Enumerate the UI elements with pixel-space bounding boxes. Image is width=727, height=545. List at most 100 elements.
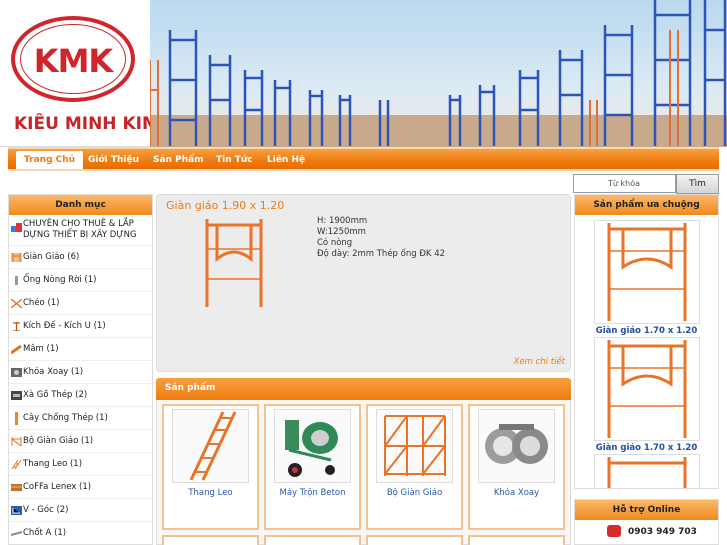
site-header: KMK KIÊU MINH KIM [0,0,727,147]
sidebar-item-clamp[interactable]: Khóa Xoay (1) [9,361,152,384]
product-card[interactable] [366,535,463,545]
favorite-name[interactable]: Giàn giáo 1.70 x 1.20 [575,443,718,453]
phone-number[interactable]: 0903 949 703 [628,527,697,537]
sidebar-item-angle[interactable]: V - Góc (2) [9,499,152,522]
product-image[interactable] [376,409,453,483]
product-card[interactable]: Bộ Giàn Giáo [366,404,463,530]
scaffold-set-icon [11,437,22,446]
product-name[interactable]: Khóa Xoay [470,488,563,498]
search-input[interactable]: Từ khóa [573,174,676,193]
featured-scaffold-image[interactable] [201,219,267,307]
products-title: Sản phẩm [156,378,571,400]
product-name[interactable]: Bộ Giàn Giáo [368,488,461,498]
sidebar-item-label: Chốt A (1) [23,528,67,538]
category-sidebar: Danh mục CHUYÊN CHO THUÊ & LẮP DỰNG THIẾ… [8,194,153,545]
nav-item-about[interactable]: Giới Thiệu [88,152,139,168]
main-nav: Trang Chủ Giới Thiệu Sản Phẩm Tin Tức Li… [8,147,719,169]
pipe-icon [15,276,18,285]
sidebar-item-formwork[interactable]: CoFFa Lenex (1) [9,476,152,499]
kmk-logo[interactable]: KMK [11,16,135,102]
nav-item-products[interactable]: Sản Phẩm [153,152,204,168]
product-card[interactable]: Máy Trộn Beton [264,404,361,530]
sidebar-item-label: Xà Gồ Thép (2) [23,390,88,400]
product-card[interactable] [162,535,259,545]
scaffold-frame-image [607,340,686,438]
sidebar-item-ladder[interactable]: Thang Leo (1) [9,453,152,476]
favorites-box: Sản phẩm ưa chuộng Giàn giáo 1.70 x 1.20 [574,194,719,489]
spec-width: W:1250mm [317,227,366,237]
product-image[interactable] [172,409,249,483]
prop-icon [15,412,18,425]
clamp-icon [11,368,22,377]
sidebar-item-label: Bộ Giàn Giáo (1) [23,436,94,446]
sidebar-item-jack[interactable]: Kích Đế - Kích U (1) [9,315,152,338]
scaffolding-photo [150,0,727,147]
phone-icon [607,525,621,537]
product-name[interactable]: Thang Leo [164,488,257,498]
product-name[interactable]: Máy Trộn Beton [266,488,359,498]
cross-brace-icon [11,299,22,308]
sidebar-item-scaffold-set[interactable]: Bộ Giàn Giáo (1) [9,430,152,453]
favorites-title: Sản phẩm ưa chuộng [575,195,718,215]
favorite-item[interactable]: Giàn giáo 1.70 x 1.20 [575,220,718,336]
sidebar-item-scaffold[interactable]: Giàn Giáo (6) [9,246,152,269]
logo-text: KMK [33,42,113,80]
header-banner-image [150,0,727,147]
sidebar-item-label: Chéo (1) [23,298,60,308]
spec-pin: Có nòng [317,238,353,248]
favorite-image[interactable] [593,220,700,324]
featured-title[interactable]: Giàn giáo 1.90 x 1.20 [166,199,284,212]
sidebar-item-beam[interactable]: Xà Gồ Thép (2) [9,384,152,407]
sidebar-item-pipe[interactable]: Ống Nòng Rời (1) [9,269,152,292]
sidebar-item-label: Cây Chống Thép (1) [23,413,108,423]
favorite-name[interactable]: Giàn giáo 1.70 x 1.20 [575,326,718,336]
sidebar-item-prop[interactable]: Cây Chống Thép (1) [9,407,152,430]
sidebar-item-rental[interactable]: CHUYÊN CHO THUÊ & LẮP DỰNG THIẾT BỊ XÂY … [9,215,152,246]
swivel-clamp-image [485,424,548,464]
support-title: Hỗ trợ Online [575,500,718,520]
sidebar-item-label: CoFFa Lenex (1) [23,482,92,492]
featured-specs: H: 1900mm W:1250mm Có nòng Độ dày: 2mm T… [317,216,445,260]
ladder-icon [11,460,22,469]
product-image[interactable] [274,409,351,483]
product-card[interactable]: Khóa Xoay [468,404,565,530]
scaffold-icon [11,253,22,262]
favorite-image[interactable] [593,337,700,441]
product-image[interactable] [478,409,555,483]
sidebar-item-label: Giàn Giáo (6) [23,252,80,262]
nav-item-contact[interactable]: Liên Hệ [267,152,305,168]
search-button[interactable]: Tìm [676,174,719,194]
product-card[interactable] [468,535,565,545]
products-grid: Thang Leo Máy Trộn Beton Bộ Giàn Giáo Kh… [156,400,571,545]
sidebar-item-label: CHUYÊN CHO THUÊ & LẮP DỰNG THIẾT BỊ XÂY … [23,219,137,240]
concrete-mixer-image [285,420,338,477]
product-card[interactable] [264,535,361,545]
spec-thickness: Độ dày: 2mm Thép ống ĐK 42 [317,249,446,259]
sidebar-item-pin[interactable]: Chốt A (1) [9,522,152,545]
nav-item-news[interactable]: Tin Tức [216,152,253,168]
sidebar-item-plank[interactable]: Mâm (1) [9,338,152,361]
nav-divider [8,169,719,171]
favorite-item[interactable] [575,454,718,488]
scaffold-frame-image [607,457,686,488]
featured-product: Giàn giáo 1.90 x 1.20 H: 1900mm W:1250mm… [156,194,571,372]
favorite-image[interactable] [593,454,700,488]
view-details-link[interactable]: Xem chi tiết [514,357,565,367]
sidebar-item-label: Thang Leo (1) [23,459,83,469]
favorite-item[interactable]: Giàn giáo 1.70 x 1.20 [575,337,718,453]
product-card[interactable]: Thang Leo [162,404,259,530]
spec-height: H: 1900mm [317,216,368,226]
sidebar-item-brace[interactable]: Chéo (1) [9,292,152,315]
scaffold-set-image [384,415,446,476]
brand-name: KIÊU MINH KIM [14,114,159,134]
jack-icon [13,322,20,331]
sidebar-item-label: Mâm (1) [23,344,59,354]
nav-item-home[interactable]: Trang Chủ [16,151,84,169]
plank-icon [11,345,22,354]
construction-icon [11,223,22,232]
beam-icon [11,391,22,400]
sidebar-item-label: V - Góc (2) [23,505,69,515]
category-title: Danh mục [9,195,152,215]
angle-icon [11,506,22,515]
sidebar-item-label: Kích Đế - Kích U (1) [23,321,106,331]
